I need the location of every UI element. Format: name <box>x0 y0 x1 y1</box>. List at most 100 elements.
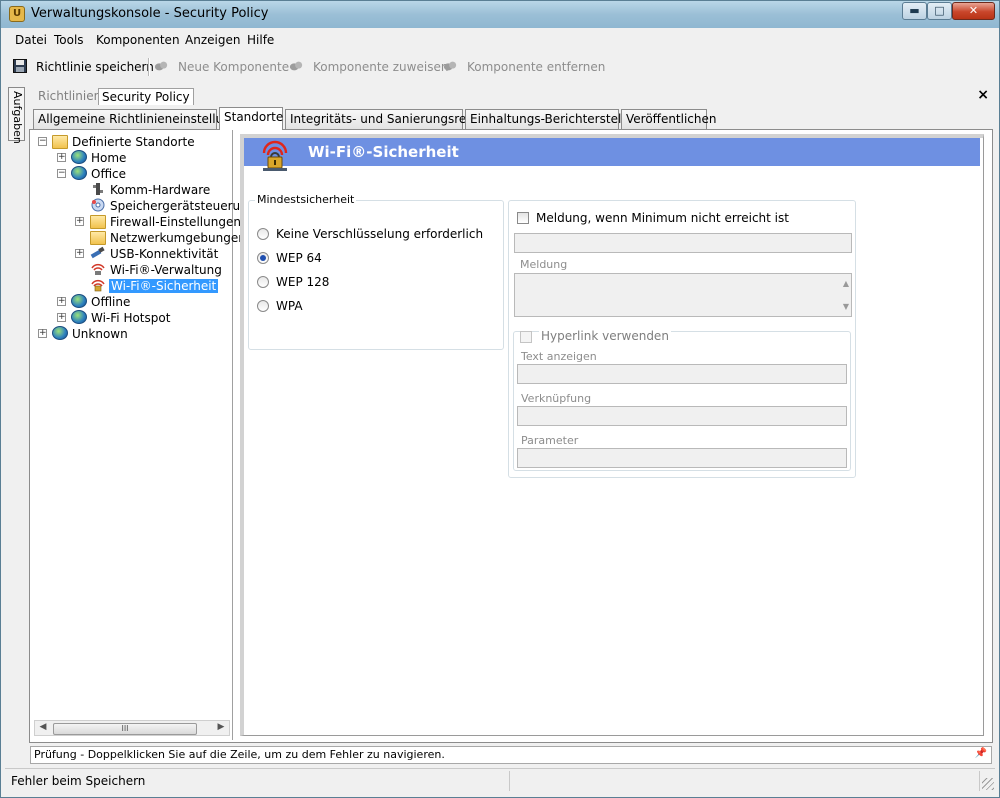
wifi-icon <box>91 263 105 275</box>
radio-label: WPA <box>276 299 303 313</box>
app-icon: U <box>9 6 25 22</box>
component-remove-icon <box>443 61 457 71</box>
save-policy-button[interactable]: Richtlinie speichern <box>36 60 154 74</box>
folder-icon <box>90 215 106 229</box>
doc-tab-security-policy[interactable]: Security Policy <box>98 88 194 105</box>
tree-label: Unknown <box>72 327 128 341</box>
scroll-left-icon[interactable]: ◀ <box>37 722 49 732</box>
radio-wpa[interactable]: WPA <box>257 299 497 315</box>
scroll-right-icon[interactable]: ▶ <box>215 722 227 732</box>
close-icon: ✕ <box>968 4 979 17</box>
menu-komponenten[interactable]: Komponenten <box>96 33 180 47</box>
expand-icon[interactable]: + <box>75 217 84 226</box>
minimize-button[interactable]: ▬ <box>902 2 927 20</box>
expand-icon[interactable]: + <box>38 329 47 338</box>
maximize-button[interactable]: □ <box>927 2 952 20</box>
tree-horizontal-scrollbar[interactable]: ◀ III ▶ <box>34 720 230 736</box>
collapse-icon[interactable]: − <box>38 137 47 146</box>
collapse-icon[interactable]: − <box>57 169 66 178</box>
tasks-sidetab-label: Aufgaben <box>11 91 24 144</box>
link-label: Verknüpfung <box>521 392 592 405</box>
wifi-lock-icon <box>91 279 105 292</box>
pin-icon[interactable]: 📌 <box>975 748 987 759</box>
validation-text: Prüfung - Doppelklicken Sie auf die Zeil… <box>34 748 445 761</box>
tab-general-settings[interactable]: Allgemeine Richtlinieneinstellungen <box>33 109 253 129</box>
close-document-icon[interactable]: × <box>977 87 989 103</box>
globe-icon <box>71 150 87 164</box>
resize-grip-icon[interactable] <box>982 778 994 790</box>
doc-tab-policies[interactable]: Richtlinien <box>35 88 104 104</box>
policy-tabs: Allgemeine Richtlinieneinstellungen Stan… <box>33 107 993 130</box>
menu-hilfe[interactable]: Hilfe <box>247 33 274 47</box>
new-component-button[interactable]: Neue Komponente <box>178 60 289 74</box>
radio-wep64[interactable]: WEP 64 <box>257 251 497 267</box>
remove-component-button[interactable]: Komponente entfernen <box>467 60 605 74</box>
tab-integrity-rules[interactable]: Integritäts- und Sanierungsregeln <box>285 109 492 129</box>
tab-panel: − Definierte Standorte + Home − Office K… <box>29 129 993 743</box>
scroll-thumb[interactable]: III <box>53 723 197 735</box>
assign-component-button[interactable]: Komponente zuweisen <box>313 60 448 74</box>
radio-button[interactable] <box>257 276 269 288</box>
message-textarea[interactable]: ▲ ▼ <box>514 273 852 317</box>
tasks-sidetab[interactable]: Aufgaben <box>8 87 25 144</box>
tab-compliance-reporting[interactable]: Einhaltungs-Berichterstellung <box>465 109 647 129</box>
expand-icon[interactable]: + <box>57 313 66 322</box>
globe-icon <box>52 326 68 340</box>
floppy-disk-icon <box>13 59 27 73</box>
min-security-group: Mindestsicherheit Keine Verschlüsselung … <box>248 193 504 350</box>
detail-header: Wi-Fi®-Sicherheit <box>244 138 980 171</box>
expand-icon[interactable]: + <box>57 297 66 306</box>
tree-label: Definierte Standorte <box>72 135 195 149</box>
display-text-label: Text anzeigen <box>521 350 597 363</box>
tree-label: Offline <box>91 295 131 309</box>
tab-locations[interactable]: Standorte <box>219 107 283 130</box>
radio-button[interactable] <box>257 228 269 240</box>
notify-checkbox[interactable] <box>517 212 529 224</box>
tree-label: Speichergerätsteuerun <box>110 199 248 213</box>
folder-icon <box>90 231 106 245</box>
detail-panel: Wi-Fi®-Sicherheit Mindestsicherheit Kein… <box>240 134 984 736</box>
notify-input[interactable] <box>514 233 852 253</box>
tab-publish[interactable]: Veröffentlichen <box>621 109 717 129</box>
radio-button-checked[interactable] <box>257 252 269 264</box>
scroll-up-icon[interactable]: ▲ <box>843 279 849 288</box>
menu-tools[interactable]: Tools <box>54 33 84 47</box>
hyperlink-group: Hyperlink verwenden Text anzeigen Verknü… <box>513 329 851 471</box>
notify-group: Meldung, wenn Minimum nicht erreicht ist… <box>508 200 856 478</box>
validation-bar[interactable]: Prüfung - Doppelklicken Sie auf die Zeil… <box>30 746 992 764</box>
tree-label: Wi-Fi Hotspot <box>91 311 171 325</box>
menu-anzeigen[interactable]: Anzeigen <box>185 33 240 47</box>
expand-icon[interactable]: + <box>75 249 84 258</box>
title-bar[interactable]: U Verwaltungskonsole - Security Policy ▬… <box>1 1 999 28</box>
min-security-title: Mindestsicherheit <box>255 193 357 206</box>
link-input[interactable] <box>517 406 847 426</box>
app-window: U Verwaltungskonsole - Security Policy ▬… <box>0 0 1000 798</box>
toolbar-separator <box>148 58 150 76</box>
parameter-label: Parameter <box>521 434 579 447</box>
detail-title: Wi-Fi®-Sicherheit <box>308 143 459 161</box>
disc-icon <box>91 198 105 212</box>
tree-label: Netzwerkumgebungen <box>110 231 246 245</box>
minimize-icon: ▬ <box>909 4 920 17</box>
hardware-icon <box>93 183 103 195</box>
menu-datei[interactable]: Datei <box>15 33 47 47</box>
close-button[interactable]: ✕ <box>952 2 995 20</box>
maximize-icon: □ <box>934 4 945 17</box>
tree-label: Firewall-Einstellungen <box>110 215 241 229</box>
status-separator <box>509 771 510 791</box>
radio-label: Keine Verschlüsselung erforderlich <box>276 227 484 241</box>
globe-icon <box>71 294 87 308</box>
expand-icon[interactable]: + <box>57 153 66 162</box>
tree-label: Wi-Fi®-Verwaltung <box>110 263 222 277</box>
parameter-input[interactable] <box>517 448 847 468</box>
scroll-down-icon[interactable]: ▼ <box>843 302 849 311</box>
tree-label: Home <box>91 151 127 165</box>
radio-wep128[interactable]: WEP 128 <box>257 275 497 291</box>
display-text-input[interactable] <box>517 364 847 384</box>
toolbar: Richtlinie speichern Neue Komponente Kom… <box>7 55 995 79</box>
window-title: Verwaltungskonsole - Security Policy <box>31 6 269 21</box>
radio-no-encryption[interactable]: Keine Verschlüsselung erforderlich <box>257 227 497 243</box>
hyperlink-checkbox[interactable] <box>520 331 532 343</box>
radio-button[interactable] <box>257 300 269 312</box>
folder-icon <box>52 135 68 149</box>
